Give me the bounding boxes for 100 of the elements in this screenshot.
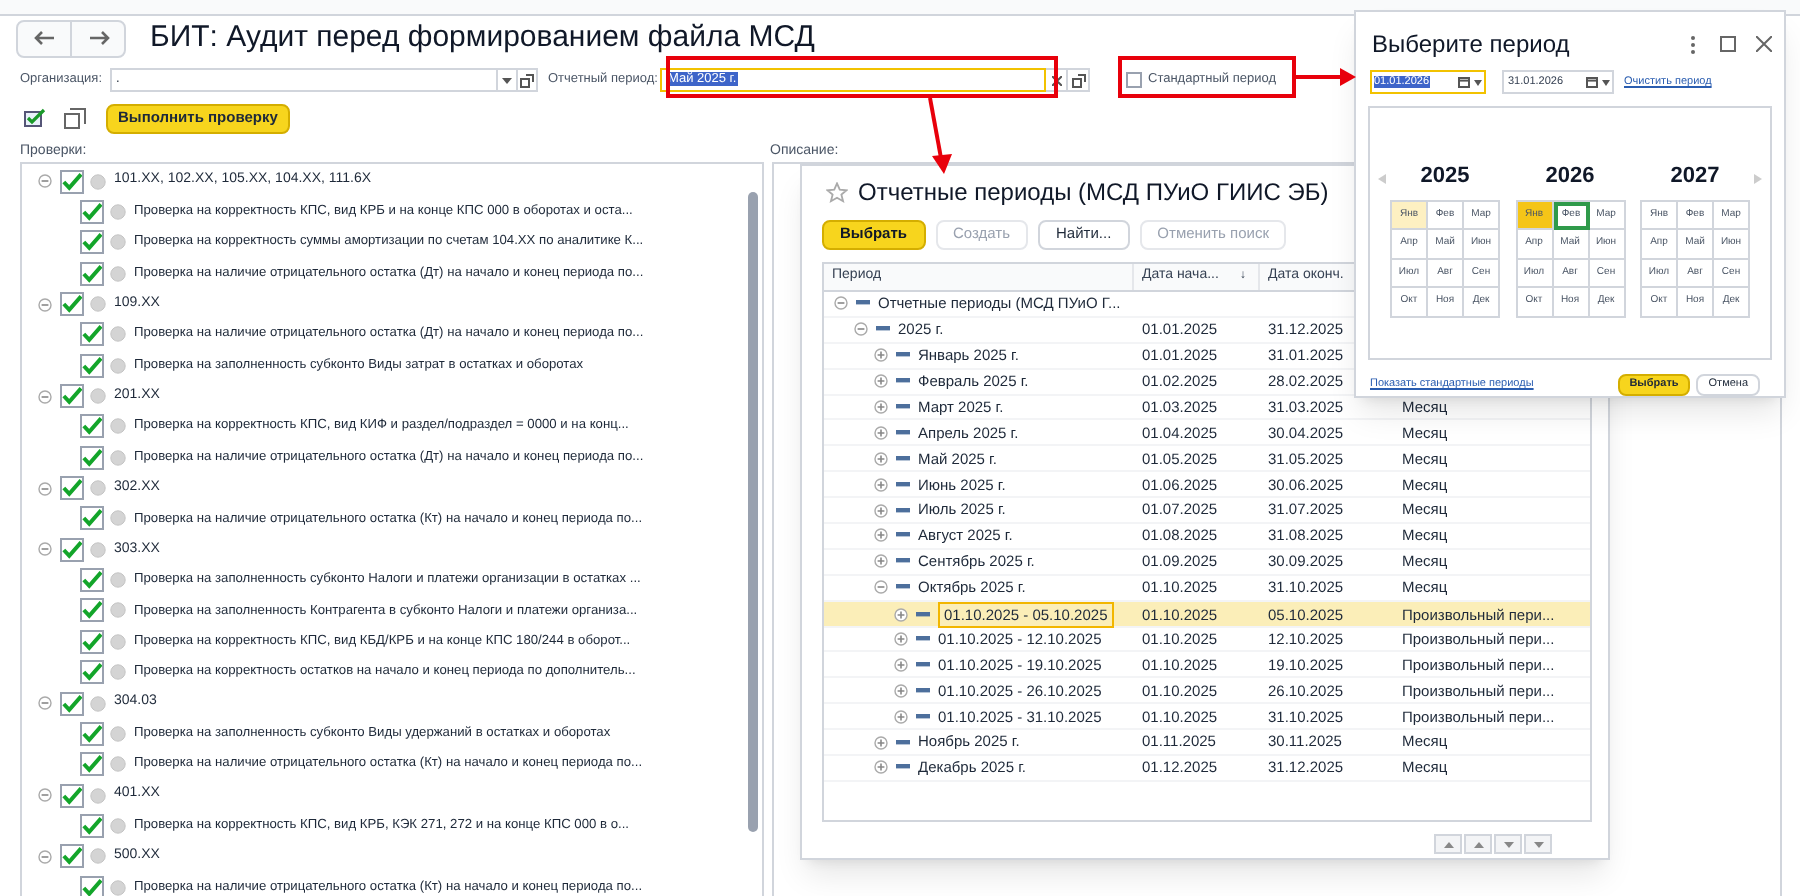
- checkbox[interactable]: [80, 660, 104, 685]
- dropdown-icon: [1473, 79, 1481, 85]
- collapse-icon[interactable]: [38, 174, 52, 189]
- expand-icon[interactable]: [874, 503, 888, 518]
- scroll-down-button[interactable]: [1494, 834, 1522, 854]
- expand-icon[interactable]: [874, 554, 888, 569]
- scrollbar[interactable]: [748, 192, 758, 832]
- maximize-icon[interactable]: [1720, 36, 1736, 52]
- status-circle-icon: [110, 817, 126, 834]
- copy-icon[interactable]: [64, 107, 86, 129]
- collapse-icon[interactable]: [38, 542, 52, 557]
- minus-icon: [896, 532, 910, 539]
- status-circle-icon: [110, 664, 126, 681]
- minus-icon: [896, 584, 910, 591]
- minus-icon: [896, 429, 910, 436]
- checkbox[interactable]: [80, 230, 104, 255]
- status-circle-icon: [90, 388, 106, 405]
- checkbox[interactable]: [80, 261, 104, 286]
- status-circle-icon: [90, 848, 106, 865]
- status-circle-icon: [90, 695, 106, 712]
- checkbox[interactable]: [60, 844, 84, 869]
- collapse-icon[interactable]: [38, 297, 52, 312]
- minus-icon: [896, 404, 910, 410]
- expand-icon[interactable]: [874, 348, 888, 363]
- year-label[interactable]: 2025: [1420, 160, 1470, 193]
- page-title: БИТ: Аудит перед формированием файла МСД: [150, 17, 815, 58]
- status-circle-icon: [110, 204, 126, 221]
- check-all-icon[interactable]: [24, 108, 48, 128]
- expand-icon[interactable]: [874, 374, 888, 389]
- checkbox[interactable]: [80, 353, 104, 378]
- minus-icon: [916, 687, 930, 694]
- checkbox[interactable]: [80, 200, 104, 225]
- checkbox[interactable]: [60, 169, 84, 194]
- status-circle-icon: [110, 510, 126, 527]
- scroll-up-button[interactable]: [1464, 834, 1492, 854]
- checkbox[interactable]: [80, 414, 104, 439]
- checkbox[interactable]: [80, 629, 104, 654]
- status-circle-icon: [110, 449, 126, 466]
- collapse-icon[interactable]: [38, 788, 52, 803]
- checkbox[interactable]: [60, 691, 84, 716]
- year-label[interactable]: 2026: [1545, 160, 1595, 193]
- open-icon[interactable]: [1071, 73, 1085, 87]
- minus-icon: [916, 636, 930, 643]
- status-circle-icon: [110, 234, 126, 251]
- more-icon[interactable]: [1690, 35, 1696, 53]
- dialog-title: Отчетные периоды (МСД ПУиО ГИИС ЭБ): [858, 176, 1329, 210]
- scroll-down-button[interactable]: [1524, 834, 1552, 854]
- checkbox[interactable]: [60, 783, 84, 808]
- dropdown-icon: [1601, 79, 1609, 85]
- collapse-icon[interactable]: [874, 580, 888, 595]
- expand-icon[interactable]: [874, 400, 888, 414]
- checkbox[interactable]: [80, 445, 104, 470]
- checkbox[interactable]: [80, 598, 104, 623]
- expand-icon[interactable]: [874, 451, 888, 466]
- arrow-drawing: [924, 98, 952, 174]
- collapse-icon[interactable]: [38, 696, 52, 711]
- minus-icon: [896, 507, 910, 514]
- checkbox[interactable]: [1126, 72, 1142, 88]
- expand-icon[interactable]: [874, 528, 888, 543]
- dialog-title: Выберите период: [1372, 28, 1572, 62]
- checkbox[interactable]: [60, 384, 84, 409]
- collapse-icon[interactable]: [834, 296, 848, 311]
- status-circle-icon: [90, 480, 106, 497]
- scroll-up-button[interactable]: [1434, 834, 1462, 854]
- expand-icon[interactable]: [894, 683, 908, 698]
- collapse-icon[interactable]: [38, 389, 52, 404]
- status-circle-icon: [110, 633, 126, 650]
- checkbox[interactable]: [80, 752, 104, 777]
- collapse-icon[interactable]: [854, 322, 868, 337]
- expand-icon[interactable]: [874, 760, 888, 775]
- expand-icon[interactable]: [874, 735, 888, 750]
- status-circle-icon: [110, 725, 126, 742]
- collapse-icon[interactable]: [38, 849, 52, 864]
- checkbox[interactable]: [80, 568, 104, 593]
- checkbox[interactable]: [80, 875, 104, 896]
- collapse-icon[interactable]: [38, 481, 52, 496]
- checkbox[interactable]: [80, 721, 104, 746]
- expand-icon[interactable]: [894, 709, 908, 724]
- checkbox[interactable]: [80, 506, 104, 531]
- close-icon[interactable]: [1756, 36, 1772, 52]
- minus-icon: [856, 300, 870, 307]
- year-label[interactable]: 2027: [1670, 160, 1720, 193]
- star-icon[interactable]: [826, 181, 848, 203]
- expand-icon[interactable]: [894, 632, 908, 647]
- expand-icon[interactable]: [874, 477, 888, 492]
- arrow-drawing: [1296, 68, 1356, 86]
- status-circle-icon: [110, 265, 126, 282]
- status-circle-icon: [110, 418, 126, 435]
- clear-icon[interactable]: [1051, 75, 1061, 85]
- expand-icon[interactable]: [894, 657, 908, 672]
- checkbox[interactable]: [60, 537, 84, 562]
- checkbox[interactable]: [60, 476, 84, 501]
- minus-icon: [896, 352, 910, 359]
- expand-icon[interactable]: [894, 607, 908, 622]
- checkbox[interactable]: [60, 292, 84, 317]
- status-circle-icon: [110, 357, 126, 374]
- dropdown-icon: [502, 77, 512, 83]
- expand-icon[interactable]: [874, 425, 888, 440]
- checkbox[interactable]: [80, 813, 104, 838]
- checkbox[interactable]: [80, 322, 104, 347]
